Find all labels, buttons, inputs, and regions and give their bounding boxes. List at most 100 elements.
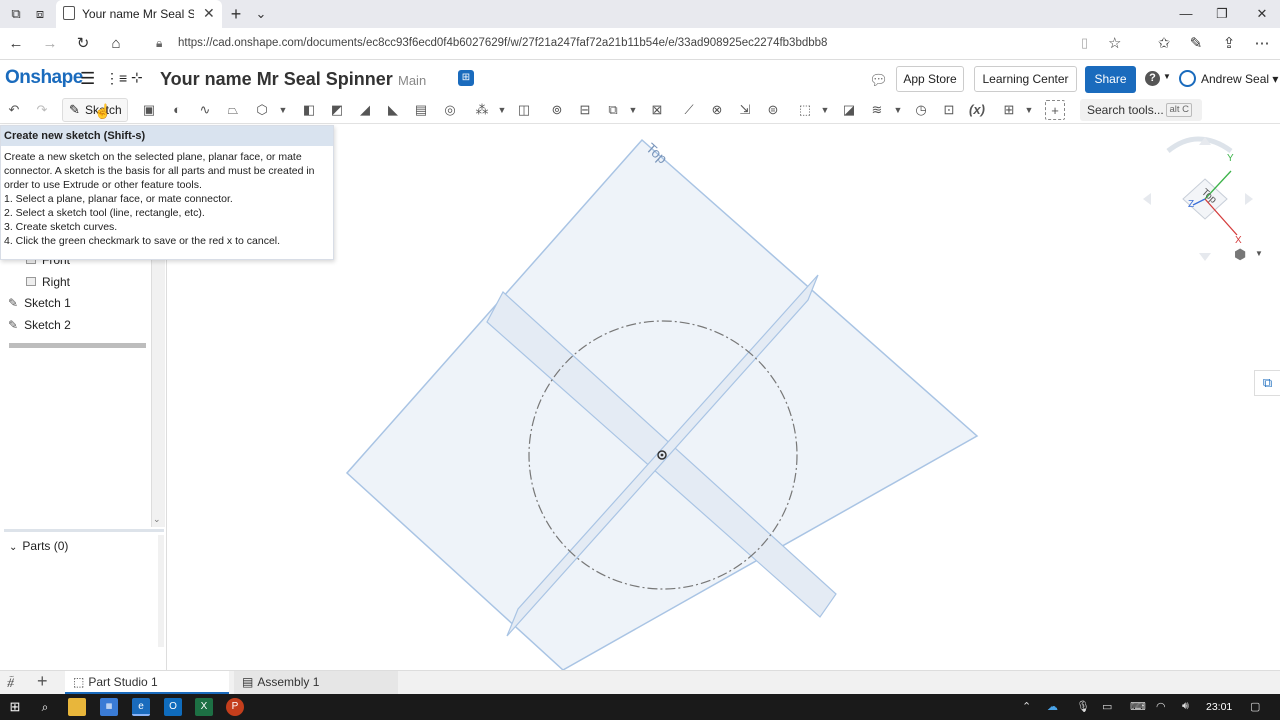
chevron-down-icon[interactable]: ▼ — [492, 100, 512, 120]
reading-view-icon[interactable]: ▯ — [1081, 35, 1088, 51]
browser-tab-active[interactable]: Your name Mr Seal Spin ✕ — [56, 0, 222, 28]
close-tab-icon[interactable]: ✕ — [203, 5, 215, 22]
tab-part-studio-1[interactable]: ⬚ Part Studio 1 — [65, 671, 229, 694]
appearance-panel-icon[interactable]: ⧉ — [1254, 370, 1280, 396]
chevron-down-icon[interactable]: ⌄ — [153, 514, 161, 525]
comments-icon[interactable]: 💬︎ — [869, 71, 888, 89]
share-page-icon[interactable]: ⇪ — [1219, 34, 1239, 54]
favorite-star-icon[interactable]: ☆ — [1108, 34, 1121, 52]
shell-icon[interactable]: ▤ — [411, 100, 431, 120]
close-window-icon[interactable]: ✕ — [1252, 4, 1272, 24]
tree-item-sketch-1[interactable]: ✎ Sketch 1 — [8, 296, 71, 310]
chevron-down-icon[interactable]: ▼ — [273, 100, 293, 120]
touch-keyboard-icon[interactable]: ⌨ — [1130, 700, 1146, 713]
feature-list-icon[interactable]: ⋮≡ — [105, 70, 127, 87]
notifications-icon[interactable]: ▢ — [1250, 700, 1260, 713]
chevron-down-icon[interactable]: ▼ — [1255, 249, 1263, 258]
onshape-logo[interactable]: Onshape — [5, 67, 83, 89]
revolve-icon[interactable]: ◐ — [167, 100, 187, 120]
chevron-down-icon[interactable]: ▼ — [1163, 72, 1171, 81]
display-mode-cube-icon[interactable]: ⬢ — [1234, 246, 1246, 263]
back-icon[interactable]: ← — [6, 34, 26, 54]
tab-restore-icon[interactable]: ⧈ — [30, 4, 50, 24]
chevron-down-icon[interactable]: ▼ — [888, 100, 908, 120]
draft-icon[interactable]: ◢ — [355, 100, 375, 120]
search-tools-field[interactable]: Search tools... alt C — [1080, 99, 1202, 121]
section-view-icon[interactable]: ⊡ — [939, 100, 959, 120]
add-feature-icon[interactable]: + — [1045, 100, 1065, 120]
volume-icon[interactable]: 🔊︎ — [1182, 700, 1189, 713]
excel-icon[interactable]: X — [195, 698, 213, 716]
mate-connector-icon[interactable]: ◪ — [839, 100, 859, 120]
modify-fillet-icon[interactable]: ⟋ — [679, 100, 699, 120]
helix-icon[interactable]: ≋ — [867, 100, 887, 120]
chevron-down-icon[interactable]: ⌄ — [251, 4, 271, 24]
pattern-icon[interactable]: ⁂ — [472, 100, 492, 120]
powerpoint-icon[interactable]: P — [226, 698, 244, 716]
measure-icon[interactable]: ◷ — [911, 100, 931, 120]
windows-start-icon[interactable]: ⊞ — [6, 698, 24, 716]
configurations-icon[interactable]: ⊹ — [131, 69, 143, 86]
share-button[interactable]: Share — [1085, 66, 1136, 93]
replace-face-icon[interactable]: ⊜ — [763, 100, 783, 120]
extrude-icon[interactable]: ▣ — [139, 100, 159, 120]
chevron-down-icon[interactable]: ▼ — [623, 100, 643, 120]
maximize-icon[interactable]: ❐ — [1212, 4, 1232, 24]
learning-center-button[interactable]: Learning Center — [974, 66, 1077, 92]
show-hidden-icons-icon[interactable]: ⌃ — [1022, 700, 1031, 713]
branch-label[interactable]: Main — [398, 73, 426, 88]
tab-actions-icon[interactable]: ⧉ — [6, 4, 26, 24]
loft-icon[interactable]: ⏢ — [223, 100, 243, 120]
refresh-icon[interactable]: ↻ — [73, 34, 93, 54]
file-explorer-icon[interactable] — [68, 698, 86, 716]
favorites-icon[interactable]: ✩ — [1154, 34, 1174, 54]
tab-assembly-1[interactable]: ▤ Assembly 1 — [234, 671, 398, 694]
wifi-icon[interactable]: ◠ — [1156, 700, 1166, 713]
app-icon[interactable]: ▦ — [100, 698, 118, 716]
menu-icon[interactable]: ☰ — [80, 69, 95, 89]
chamfer-icon[interactable]: ◩ — [327, 100, 347, 120]
undo-icon[interactable]: ↶ — [4, 100, 24, 120]
minimize-icon[interactable]: — — [1176, 4, 1196, 24]
fillet-icon[interactable]: ◧ — [299, 100, 319, 120]
new-tab-icon[interactable]: + — [226, 4, 246, 24]
hole-icon[interactable]: ◎ — [440, 100, 460, 120]
onedrive-icon[interactable]: ☁ — [1047, 700, 1058, 713]
transform-icon[interactable]: ⧉ — [603, 100, 623, 120]
boolean-icon[interactable]: ⊚ — [547, 100, 567, 120]
version-graph-icon[interactable]: ⊞ — [458, 70, 474, 86]
taskbar-clock[interactable]: 23:01 — [1206, 701, 1232, 713]
user-name[interactable]: Andrew Seal ▾ — [1201, 72, 1278, 86]
move-face-icon[interactable]: ⇲ — [735, 100, 755, 120]
rollback-bar[interactable] — [9, 343, 146, 348]
tree-item-right[interactable]: Right — [26, 275, 70, 289]
search-icon[interactable]: ⌕ — [36, 698, 54, 716]
pen-icon[interactable]: ✎ — [1186, 34, 1206, 54]
app-store-button[interactable]: App Store — [896, 66, 964, 92]
battery-icon[interactable]: ▭ — [1102, 700, 1112, 713]
delete-part-icon[interactable]: ⊠ — [647, 100, 667, 120]
home-icon[interactable]: ⌂ — [106, 34, 126, 54]
document-title[interactable]: Your name Mr Seal Spinner — [160, 69, 393, 90]
plane-icon[interactable]: ⬚ — [795, 100, 815, 120]
custom-feature-icon[interactable]: ⊞ — [999, 100, 1019, 120]
chevron-down-icon[interactable]: ▼ — [1019, 100, 1039, 120]
chevron-down-icon[interactable]: ▼ — [815, 100, 835, 120]
outlook-icon[interactable]: O — [164, 698, 182, 716]
url-field[interactable]: 🔒︎ https://cad.onshape.com/documents/ec8… — [146, 32, 1134, 56]
sweep-icon[interactable]: ∿ — [195, 100, 215, 120]
avatar[interactable] — [1179, 70, 1196, 87]
mirror-icon[interactable]: ◫ — [514, 100, 534, 120]
forward-icon[interactable]: → — [40, 34, 60, 54]
redo-icon[interactable]: ↷ — [32, 100, 52, 120]
edge-browser-icon[interactable]: e — [132, 698, 150, 716]
delete-face-icon[interactable]: ⊗ — [707, 100, 727, 120]
parts-scrollbar[interactable] — [158, 535, 164, 647]
split-icon[interactable]: ⊟ — [575, 100, 595, 120]
add-tab-icon[interactable]: + — [37, 671, 48, 692]
parts-list-header[interactable]: ⌄ Parts (0) — [9, 539, 68, 553]
tree-item-sketch-2[interactable]: ✎ Sketch 2 — [8, 318, 71, 332]
tab-manager-icon[interactable]: ⧤ — [7, 674, 14, 690]
microphone-icon[interactable]: 🎙︎ — [1076, 700, 1090, 713]
variable-icon[interactable]: (x) — [967, 100, 987, 120]
